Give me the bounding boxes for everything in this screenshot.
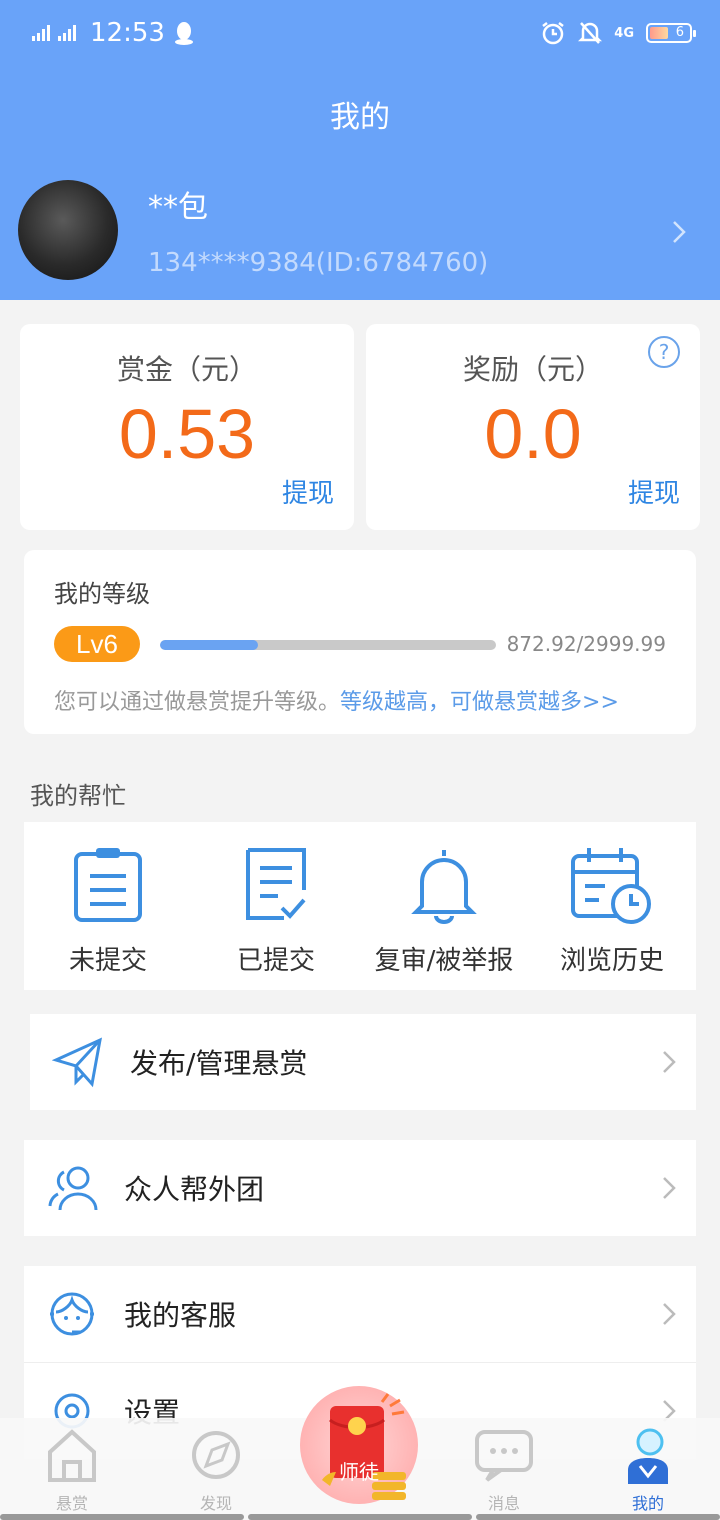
signal-icon — [32, 25, 50, 41]
profile-header: 12:53 4G 6 我的 **包 134****9384(ID:6784760… — [0, 0, 720, 300]
level-card: 我的等级 Lv6 872.92/2999.99 您可以通过做悬赏提升等级。等级越… — [24, 550, 696, 734]
reward-card: ? 奖励（元） 0.0 提现 — [366, 324, 700, 530]
help-label: 浏览历史 — [559, 946, 664, 976]
chevron-right-icon[interactable] — [666, 218, 690, 246]
team-row[interactable]: 众人帮外团 — [24, 1140, 696, 1236]
user-icon — [628, 1428, 668, 1484]
compass-icon — [192, 1431, 240, 1479]
help-item-unsubmitted[interactable]: 未提交 — [24, 822, 192, 990]
customer-service-label: 我的客服 — [124, 1299, 237, 1332]
nav-item-discover[interactable]: 发现 — [156, 1418, 276, 1520]
calendar-clock-icon — [571, 848, 651, 924]
qq-icon — [174, 22, 193, 45]
network-label: 4G — [614, 25, 634, 41]
battery-icon: 6 — [646, 23, 696, 43]
status-time: 12:53 — [90, 18, 165, 48]
alarm-icon — [542, 22, 565, 45]
section-title: 我的帮忙 — [30, 782, 126, 810]
bounty-withdraw-button[interactable]: 提现 — [282, 473, 334, 510]
username[interactable]: **包 — [148, 182, 208, 226]
help-label: 未提交 — [68, 946, 147, 976]
help-label: 已提交 — [236, 946, 315, 976]
nav-label: 发现 — [199, 1494, 232, 1513]
help-item-submitted[interactable]: 已提交 — [192, 822, 360, 990]
bounty-title: 赏金（元） — [116, 353, 257, 386]
paper-plane-icon — [52, 1037, 102, 1088]
gesture-bar — [0, 1514, 244, 1520]
level-title: 我的等级 — [54, 580, 150, 608]
clipboard-icon — [74, 848, 142, 922]
bell-icon — [411, 850, 477, 924]
level-progress-text: 872.92/2999.99 — [506, 632, 666, 656]
nav-item-mine[interactable]: 我的 — [588, 1418, 708, 1520]
mentor-button[interactable]: 师徒 — [300, 1386, 418, 1504]
page-title: 我的 — [330, 100, 390, 135]
level-hint: 您可以通过做悬赏提升等级。等级越高，可做悬赏越多>> — [54, 690, 619, 715]
publish-manage-row[interactable]: 发布/管理悬赏 — [30, 1014, 696, 1110]
bounty-amount: 0.53 — [118, 395, 256, 473]
gesture-bar — [248, 1514, 472, 1520]
bounty-card: 赏金（元） 0.53 提现 — [20, 324, 354, 530]
group-icon — [48, 1166, 98, 1211]
nav-label: 悬赏 — [55, 1494, 88, 1513]
nav-item-bounty[interactable]: 悬赏 — [12, 1418, 132, 1520]
level-hint-link[interactable]: 等级越高，可做悬赏越多>> — [340, 690, 619, 715]
mentor-label: 师徒 — [339, 1460, 379, 1484]
avatar[interactable] — [18, 180, 118, 280]
customer-service-row[interactable]: 我的客服 — [24, 1266, 696, 1362]
reward-title: 奖励（元） — [462, 353, 603, 386]
nav-label: 消息 — [487, 1494, 520, 1513]
chevron-right-icon — [663, 1051, 676, 1073]
help-grid: 未提交 已提交 复审/被举报 浏览历史 — [24, 822, 696, 990]
level-progress-fill — [160, 640, 258, 650]
level-badge: Lv6 — [54, 626, 140, 662]
level-progress-bar — [160, 640, 496, 650]
chevron-right-icon — [663, 1303, 676, 1325]
reward-amount: 0.0 — [484, 395, 582, 473]
help-item-history[interactable]: 浏览历史 — [528, 822, 696, 990]
signal-icon-2 — [58, 25, 76, 41]
reward-withdraw-button[interactable]: 提现 — [628, 473, 680, 510]
customer-service-icon — [50, 1292, 94, 1336]
nav-label: 我的 — [631, 1494, 664, 1513]
document-check-icon — [246, 848, 306, 920]
mute-icon — [578, 22, 603, 44]
nav-item-messages[interactable]: 消息 — [444, 1418, 564, 1520]
help-label: 复审/被举报 — [374, 946, 514, 976]
red-envelope-icon — [322, 1393, 406, 1500]
chevron-right-icon — [663, 1177, 676, 1199]
team-label: 众人帮外团 — [124, 1173, 265, 1206]
gesture-bar — [476, 1514, 720, 1520]
publish-manage-label: 发布/管理悬赏 — [130, 1047, 308, 1080]
home-icon — [48, 1429, 96, 1482]
phone-id: 134****9384(ID:6784760) — [148, 248, 489, 278]
status-bar: 12:53 4G 6 — [0, 0, 720, 64]
chat-icon — [475, 1430, 533, 1482]
help-item-review[interactable]: 复审/被举报 — [360, 822, 528, 990]
